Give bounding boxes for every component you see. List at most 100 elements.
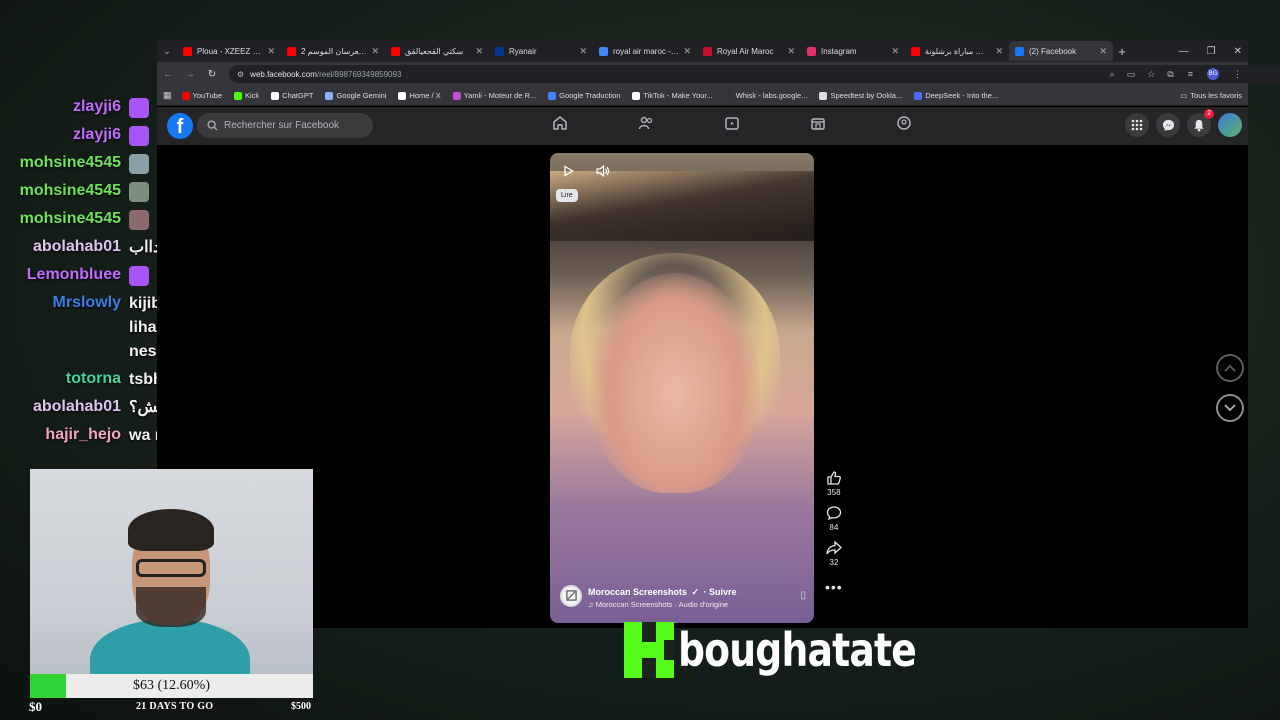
tab-close-icon[interactable]: ✕ [371, 46, 379, 57]
play-icon[interactable] [562, 165, 574, 177]
browser-tab[interactable]: Royal Air Maroc ✕ [697, 41, 801, 61]
like-action[interactable]: 358 [826, 470, 842, 497]
streamer-webcam [30, 469, 313, 674]
tab-search-button[interactable]: ⌄ [157, 41, 177, 61]
audio-label[interactable]: ♫ Moroccan Screenshots · Audio d'origine [588, 600, 794, 609]
nav-home[interactable] [517, 115, 603, 131]
volume-icon[interactable] [596, 165, 610, 177]
reel-controls [562, 165, 610, 177]
apps-grid-icon[interactable]: ▦ [163, 90, 172, 101]
bookmark-item[interactable]: ChatGPT [271, 91, 313, 100]
url-actions: ⌕ ▭ ☆ [1110, 69, 1156, 80]
reel-subject [590, 273, 760, 493]
minimize-icon[interactable]: — [1179, 46, 1189, 57]
browser-tab[interactable]: (2) Facebook ✕ [1009, 41, 1113, 61]
tab-close-icon[interactable]: ✕ [475, 46, 483, 57]
bookmark-favicon-icon [398, 91, 407, 100]
goal-progress-label: $63 (12.60%) [133, 678, 210, 693]
url-host: web.facebook.com [250, 69, 317, 79]
tab-close-icon[interactable]: ✕ [1099, 46, 1107, 57]
nav-gaming[interactable] [861, 115, 947, 131]
tab-close-icon[interactable]: ✕ [787, 46, 795, 57]
goal-min-label: $0 [29, 699, 42, 714]
emote-icon [129, 265, 149, 286]
media-control-icon[interactable]: ≡ [1188, 69, 1193, 79]
browser-tab[interactable]: ملخص مباراة برشلونة ✕ [905, 41, 1009, 61]
emote-icon [129, 125, 149, 146]
reload-icon[interactable]: ↻ [207, 69, 217, 80]
tab-favicon-icon [1015, 46, 1024, 56]
extensions-icon[interactable]: ⧉ [1167, 69, 1173, 80]
site-info-icon[interactable]: ⚙ [237, 70, 244, 79]
follow-button[interactable]: · Suivre [703, 587, 736, 597]
cast-icon[interactable]: ▭ [1127, 69, 1136, 80]
facebook-logo[interactable]: f [167, 113, 193, 139]
bookmark-item[interactable]: Kick [234, 91, 259, 100]
browser-tab[interactable]: سكتي القحعيالقق ✕ [385, 41, 489, 61]
tab-close-icon[interactable]: ✕ [579, 46, 587, 57]
comment-action[interactable]: 84 [826, 505, 842, 532]
zoom-icon[interactable]: ⌕ [1110, 69, 1115, 80]
tab-title: Royal Air Maroc [717, 46, 774, 56]
tab-close-icon[interactable]: ✕ [891, 46, 899, 57]
more-options-button[interactable]: ••• [825, 579, 843, 595]
tab-close-icon[interactable]: ✕ [267, 46, 275, 57]
bookmark-item[interactable]: Speedtest by Ookla... [819, 91, 902, 100]
bookmark-item[interactable]: Whisk - labs.google... [724, 91, 807, 100]
bookmark-favicon-icon [452, 91, 461, 100]
back-icon[interactable]: ← [163, 69, 173, 80]
browser-menu-icon[interactable]: ⋮ [1233, 69, 1242, 80]
tab-title: Ploua - XZEEZ Remix [197, 46, 263, 56]
fullscreen-icon[interactable]: ▯ [800, 590, 806, 601]
browser-tab[interactable]: Ploua - XZEEZ Remix ✕ [177, 41, 281, 61]
channel-name[interactable]: Moroccan Screenshots [588, 587, 687, 597]
account-avatar[interactable] [1218, 113, 1242, 137]
all-bookmarks-button[interactable]: ▭ Tous les favoris [1180, 91, 1242, 100]
channel-avatar[interactable] [560, 584, 582, 607]
tab-close-icon[interactable]: ✕ [683, 46, 691, 57]
browser-tab[interactable]: دار العرسان الموسم 2 ✕ [281, 41, 385, 61]
bookmark-star-icon[interactable]: ☆ [1147, 69, 1155, 80]
bookmark-favicon-icon [914, 91, 923, 100]
profile-avatar[interactable]: BG [1207, 68, 1219, 80]
bookmark-item[interactable]: TikTok - Make Your... [632, 91, 713, 100]
new-tab-button[interactable]: + [1113, 44, 1131, 59]
notification-badge: 2 [1204, 109, 1214, 119]
nav-friends[interactable] [603, 115, 689, 131]
previous-reel-button[interactable] [1216, 354, 1244, 382]
browser-tab[interactable]: royal air maroc - Rech ✕ [593, 41, 697, 61]
menu-grid-button[interactable] [1125, 113, 1149, 137]
close-window-icon[interactable]: ✕ [1234, 46, 1242, 57]
reel-video[interactable]: Lire Moroccan Screenshots ✓ · Suivre ♫ M… [550, 153, 814, 623]
donation-goal-bar: $63 (12.60%) [30, 674, 313, 698]
nav-watch[interactable] [689, 115, 775, 131]
bookmark-item[interactable]: Google Gemini [325, 91, 386, 100]
messenger-button[interactable] [1156, 113, 1180, 137]
toolbar-actions: ⧉ ≡ BG ⋮ [1167, 68, 1242, 80]
browser-tab[interactable]: Instagram ✕ [801, 41, 905, 61]
facebook-search[interactable]: Rechercher sur Facebook [197, 113, 373, 138]
bookmarks-bar: ▦ YouTube Kick ChatGPT Google Gemini Home / … [157, 86, 1248, 106]
bookmark-item[interactable]: YouTube [181, 91, 222, 100]
bookmark-item[interactable]: Home / X [398, 91, 441, 100]
goal-progress-fill [30, 674, 66, 698]
tab-close-icon[interactable]: ✕ [995, 46, 1003, 57]
comment-icon [826, 506, 842, 521]
chat-username: abolahab01 [32, 238, 121, 255]
next-reel-button[interactable] [1216, 394, 1244, 422]
bookmark-item[interactable]: Yamli - Moteur de R... [452, 91, 536, 100]
groups-icon [897, 116, 911, 130]
tab-title: (2) Facebook [1029, 46, 1077, 56]
forward-icon[interactable]: → [185, 69, 195, 80]
bookmark-item[interactable]: DeepSeek - Into the... [914, 91, 998, 100]
bookmark-favicon-icon [819, 91, 828, 100]
restore-icon[interactable]: ❐ [1207, 46, 1216, 57]
chevron-down-icon [1224, 404, 1236, 412]
share-count: 32 [829, 558, 839, 567]
bookmark-item[interactable]: Google Traduction [548, 91, 620, 100]
share-action[interactable]: 32 [826, 540, 842, 567]
play-tooltip: Lire [556, 189, 578, 202]
browser-tab[interactable]: Ryanair ✕ [489, 41, 593, 61]
notifications-button[interactable]: 2 [1187, 109, 1214, 137]
nav-marketplace[interactable] [775, 115, 861, 131]
